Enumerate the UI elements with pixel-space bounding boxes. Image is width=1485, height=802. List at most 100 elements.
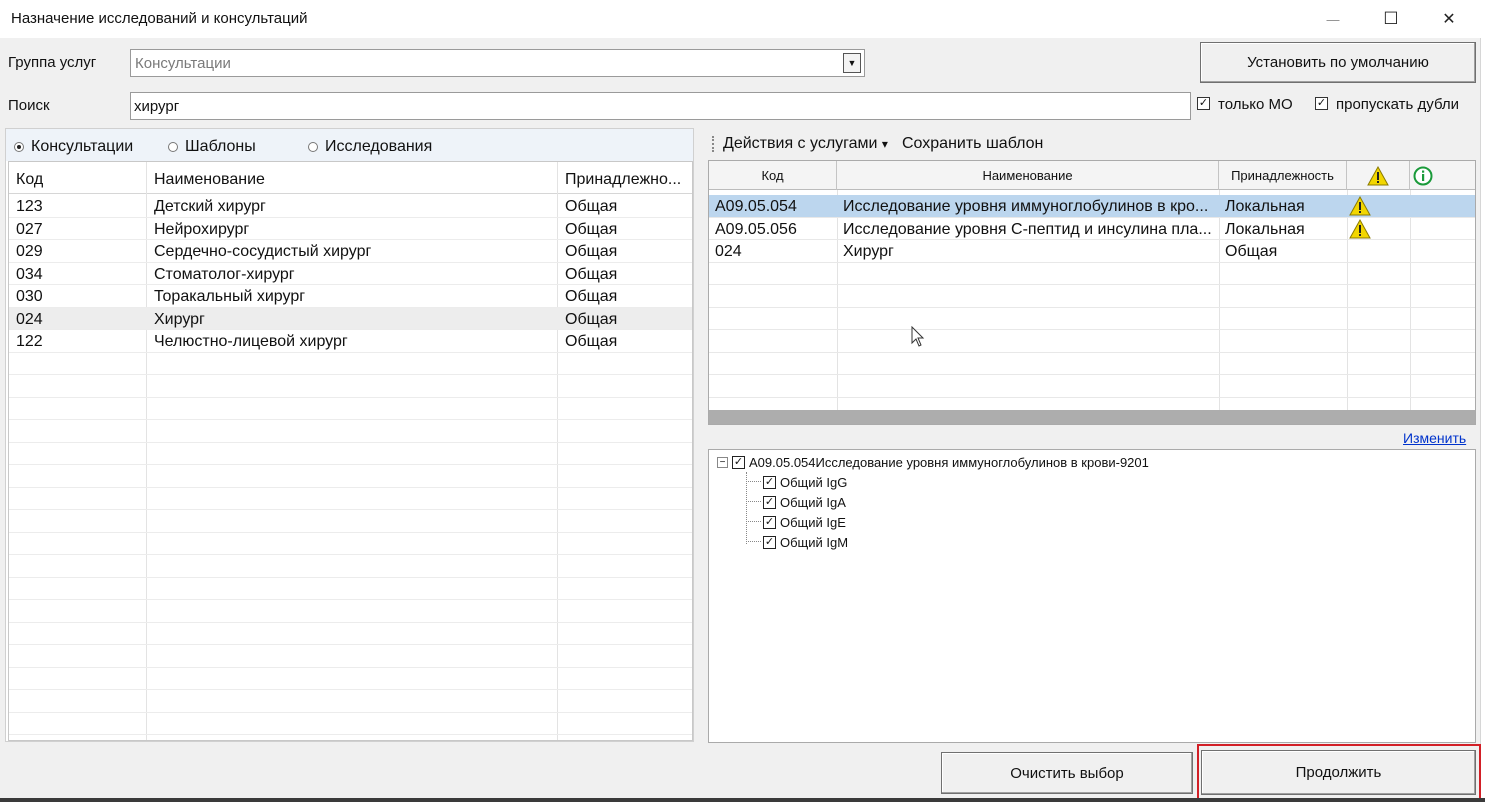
empty-row (9, 533, 692, 555)
tree-item-checkbox[interactable]: ✓ (763, 496, 776, 509)
services-table: Код Наименование Принадлежно... 123 Детск… (8, 161, 693, 741)
table-header: Код Наименование Принадлежно... (9, 162, 692, 194)
empty-row (709, 263, 1475, 285)
minimize-icon: — (1326, 11, 1340, 27)
group-select[interactable]: Консультации ▼ (130, 49, 865, 77)
column-header-code[interactable]: Код (16, 171, 43, 189)
radio-selected-icon (14, 142, 24, 152)
group-label: Группа услуг (8, 54, 97, 71)
tree-item-label: Общий IgA (780, 495, 846, 510)
empty-row (9, 645, 692, 668)
selected-services-table: Код Наименование Принадлежность A09.05.0… (708, 160, 1476, 425)
empty-row (709, 353, 1475, 375)
column-header-code-label: Код (761, 168, 784, 183)
service-type-radios: Консультации Шаблоны Исследования (6, 129, 693, 161)
continue-label: Продолжить (1295, 764, 1382, 781)
set-default-button[interactable]: Установить по умолчанию (1200, 42, 1476, 83)
column-header-code[interactable]: Код (709, 161, 837, 190)
radio-label: Консультации (31, 138, 134, 155)
empty-row (9, 420, 692, 443)
column-header-info[interactable] (1410, 161, 1475, 190)
info-icon (1413, 166, 1433, 185)
table-row-selected[interactable]: A09.05.054 Исследование уровня иммуногло… (709, 195, 1475, 218)
cell-code: 024 (715, 243, 742, 260)
table-row[interactable]: 030 Торакальный хирург Общая (9, 285, 692, 308)
services-toolbar: Действия с услугами ▾ Сохранить шаблон (708, 132, 1475, 156)
minimize-button[interactable]: — (1310, 0, 1356, 38)
actions-menu[interactable]: Действия с услугами ▾ (723, 135, 888, 153)
cell-name: Челюстно-лицевой хирург (154, 333, 348, 350)
cell-name: Детский хирург (154, 198, 266, 215)
radio-research[interactable]: Исследования (308, 138, 432, 156)
column-header-name[interactable]: Наименование (154, 171, 265, 189)
tree-item-checkbox[interactable]: ✓ (763, 476, 776, 489)
clear-selection-button[interactable]: Очистить выбор (941, 752, 1193, 794)
table-row[interactable]: 024 Хирург Общая (709, 240, 1475, 263)
tree-item-checkbox[interactable]: ✓ (763, 536, 776, 549)
tree-item-checkbox[interactable]: ✓ (763, 516, 776, 529)
table-row[interactable]: A09.05.056 Исследование уровня С-пептид … (709, 218, 1475, 240)
change-link[interactable]: Изменить (1403, 430, 1466, 446)
table-row[interactable]: 122 Челюстно-лицевой хирург Общая (9, 330, 692, 353)
empty-row (9, 623, 692, 645)
tree-item[interactable]: ✓ Общий IgM (763, 535, 848, 550)
empty-row (9, 510, 692, 533)
cell-code: 034 (16, 265, 43, 283)
table-row[interactable]: 034 Стоматолог-хирург Общая (9, 263, 692, 285)
search-input[interactable]: хирург (130, 92, 1191, 120)
collapse-icon[interactable]: − (717, 457, 728, 468)
maximize-icon: ☐ (1383, 9, 1399, 28)
empty-row (709, 330, 1475, 353)
tree-item[interactable]: ✓ Общий IgG (763, 475, 847, 490)
cell-code: 024 (16, 310, 43, 328)
warning-icon (1349, 196, 1371, 216)
table-row[interactable]: 029 Сердечно-сосудистый хирург Общая (9, 240, 692, 263)
cell-name: Хирург (843, 243, 894, 260)
chevron-down-icon[interactable]: ▼ (843, 53, 861, 73)
radio-templates[interactable]: Шаблоны (168, 138, 256, 156)
table-row[interactable]: 027 Нейрохирург Общая (9, 218, 692, 240)
tree-root-checkbox[interactable]: ✓ (732, 456, 745, 469)
continue-button[interactable]: Продолжить (1201, 750, 1476, 795)
column-header-name[interactable]: Наименование (837, 161, 1219, 190)
close-button[interactable]: ✕ (1426, 0, 1472, 38)
empty-row (9, 398, 692, 420)
empty-row (9, 353, 692, 375)
empty-row (9, 375, 692, 398)
table-header: Код Наименование Принадлежность (709, 161, 1475, 190)
column-header-warning[interactable] (1347, 161, 1410, 190)
tree-item[interactable]: ✓ Общий IgE (763, 515, 846, 530)
window-bottom-border (0, 798, 1485, 802)
only-mo-label: только МО (1218, 96, 1293, 113)
tree-item-label: Общий IgM (780, 535, 849, 550)
actions-menu-label: Действия с услугами (723, 135, 878, 152)
only-mo-checkbox[interactable]: ✓ (1197, 97, 1210, 110)
cell-code: 030 (16, 288, 43, 305)
maximize-button[interactable]: ☐ (1368, 0, 1414, 38)
table-row[interactable]: 123 Детский хирург Общая (9, 195, 692, 218)
skip-dupes-label: пропускать дубли (1336, 96, 1459, 113)
column-header-owner[interactable]: Принадлежность (1219, 161, 1347, 190)
tree-root[interactable]: − ✓ A09.05.054Исследование уровня иммуно… (717, 455, 1149, 470)
column-header-name-label: Наименование (982, 168, 1073, 183)
skip-dupes-checkbox[interactable]: ✓ (1315, 97, 1328, 110)
empty-row (9, 443, 692, 465)
group-select-value: Консультации (135, 55, 231, 72)
horizontal-scrollbar[interactable] (709, 410, 1475, 424)
cell-owner: Общая (565, 310, 618, 328)
column-header-owner[interactable]: Принадлежно... (565, 171, 681, 189)
cell-code: 027 (16, 220, 43, 238)
cell-owner: Локальная (1225, 220, 1305, 238)
radio-label: Шаблоны (185, 138, 256, 155)
warning-icon (1367, 165, 1389, 185)
cell-code: A09.05.056 (715, 220, 797, 238)
toolbar-grip-icon[interactable] (712, 136, 714, 152)
empty-row (9, 578, 692, 600)
services-panel: Консультации Шаблоны Исследования Код На… (5, 128, 694, 742)
tree-item[interactable]: ✓ Общий IgA (763, 495, 846, 510)
save-template-button[interactable]: Сохранить шаблон (902, 135, 1043, 153)
service-details-tree: − ✓ A09.05.054Исследование уровня иммуно… (708, 449, 1476, 743)
table-row-highlighted[interactable]: 024 Хирург Общая (9, 307, 692, 330)
cell-code: 029 (16, 243, 43, 260)
radio-consultations[interactable]: Консультации (14, 138, 133, 156)
